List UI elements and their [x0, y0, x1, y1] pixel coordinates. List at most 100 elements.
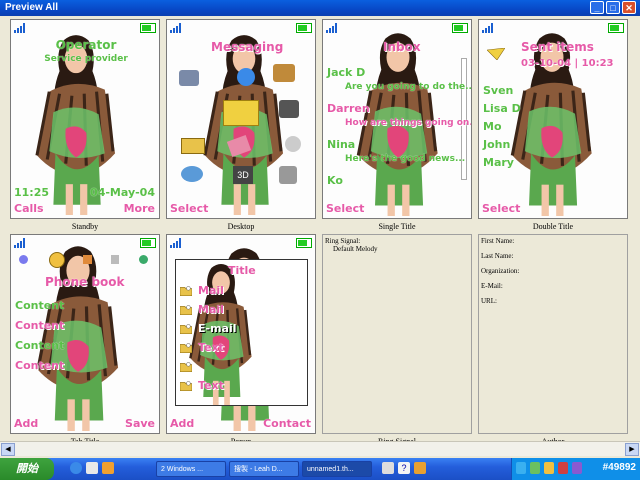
- ring-signal-value: Default Melody: [333, 245, 378, 253]
- cell-author[interactable]: First Name: Last Name: Organization: E-M…: [478, 234, 628, 462]
- contact-name: Mary: [483, 156, 514, 169]
- popup-row[interactable]: Mail: [198, 303, 224, 316]
- content-item: Content: [15, 339, 65, 352]
- popup-row[interactable]: Text: [198, 341, 224, 354]
- camera-icon: [179, 70, 199, 86]
- close-button[interactable]: ✕: [622, 1, 636, 14]
- desktop-heading: Messaging: [211, 40, 284, 54]
- folder-icon: [181, 138, 205, 154]
- cell-single-title[interactable]: Inbox Jack D Are you going to do the... …: [322, 19, 472, 234]
- battery-icon: [452, 23, 468, 33]
- task-button[interactable]: 搜製 - Leah D...: [229, 461, 299, 477]
- globe-icon: [237, 68, 255, 86]
- taskbar: 開始 2 Windows ... 搜製 - Leah D... unnamed1…: [0, 458, 640, 480]
- ring-signal-panel: Ring Signal: Default Melody: [322, 234, 472, 434]
- message-from: Nina: [327, 138, 356, 151]
- close-icon: ✕: [625, 3, 633, 13]
- author-panel: First Name: Last Name: Organization: E-M…: [478, 234, 628, 434]
- start-button[interactable]: 開始: [0, 458, 54, 480]
- message-preview: Here's the good news...: [345, 154, 466, 164]
- folder-icon: [180, 286, 192, 296]
- media-icon[interactable]: [102, 462, 114, 474]
- envelope-icon: [223, 100, 259, 126]
- cell-caption: Standby: [71, 222, 99, 231]
- popup-dialog[interactable]: Title Mail Mail E-mail Text Text: [175, 259, 308, 406]
- minimize-button[interactable]: _: [590, 1, 604, 14]
- desktop-icon[interactable]: [86, 462, 98, 474]
- tray-icon[interactable]: [516, 462, 526, 474]
- left-softkey: Calls: [14, 202, 44, 215]
- cell-tab-title[interactable]: Phone book Content Content Content Conte…: [10, 234, 160, 462]
- tab-icon-4[interactable]: [111, 255, 119, 264]
- tab-icon-2-selected[interactable]: [49, 252, 65, 268]
- tray-icon[interactable]: [572, 462, 582, 474]
- content-item: Content: [15, 299, 65, 312]
- tray-icon[interactable]: [558, 462, 568, 474]
- double-title-screen: Sent items 03-10-04 | 10:23 Sven Lisa D …: [478, 19, 628, 219]
- popup-title: Title: [228, 264, 256, 277]
- maximize-button[interactable]: □: [606, 1, 620, 14]
- contact-name: John: [483, 138, 511, 151]
- author-field: URL:: [481, 297, 497, 305]
- help-icon[interactable]: ?: [398, 462, 410, 474]
- message-from: Jack D: [327, 66, 366, 79]
- signal-icon: [170, 23, 182, 33]
- keyboard-icon[interactable]: [382, 462, 394, 474]
- cell-ring-signal[interactable]: Ring Signal: Default Melody Ring Signal: [322, 234, 472, 462]
- system-tray: #49892: [511, 458, 640, 480]
- popup-row[interactable]: Mail: [198, 284, 224, 297]
- tray-label: #49892: [602, 462, 636, 473]
- maximize-icon: □: [610, 3, 616, 13]
- folder-icon: [180, 362, 192, 372]
- author-field: First Name:: [481, 237, 515, 245]
- popup-row[interactable]: Text: [198, 379, 224, 392]
- popup-row-selected[interactable]: E-mail: [198, 322, 237, 335]
- ie-icon[interactable]: [70, 462, 82, 474]
- start-label: 開始: [16, 463, 38, 475]
- clock-label: 11:25: [14, 186, 50, 199]
- left-softkey: Select: [170, 202, 209, 215]
- tray-icon[interactable]: [544, 462, 554, 474]
- tab-icon-1[interactable]: [19, 255, 28, 264]
- cell-desktop[interactable]: Messaging 3D Select Desktop: [166, 19, 316, 234]
- message-preview: How are things going on...: [345, 118, 472, 128]
- cell-double-title[interactable]: Sent items 03-10-04 | 10:23 Sven Lisa D …: [478, 19, 628, 234]
- author-field: Last Name:: [481, 252, 514, 260]
- tray-icon[interactable]: [530, 462, 540, 474]
- cell-standby[interactable]: Operator Service provider 11:25 04-May-0…: [10, 19, 160, 234]
- date-label: 04-May-04: [90, 186, 155, 199]
- right-softkey: Save: [125, 417, 155, 430]
- window-titlebar: Preview All _ □ ✕: [0, 0, 640, 16]
- ime-icon[interactable]: [414, 462, 426, 474]
- sent-heading: Sent items: [521, 40, 594, 54]
- cell-popup[interactable]: Title Mail Mail E-mail Text Text Add Con…: [166, 234, 316, 462]
- cell-caption: Desktop: [227, 222, 255, 231]
- author-field: Organization:: [481, 267, 520, 275]
- folder-icon: [180, 343, 192, 353]
- scroll-right-button[interactable]: ▶: [625, 443, 639, 456]
- inbox-heading: Inbox: [383, 40, 421, 54]
- tab-icon-3[interactable]: [83, 255, 92, 264]
- author-field: E-Mail:: [481, 282, 503, 290]
- 3d-icon: 3D: [233, 166, 253, 184]
- folder-icon: [180, 305, 192, 315]
- desktop-screen: Messaging 3D Select: [166, 19, 316, 219]
- popup-screen: Title Mail Mail E-mail Text Text Add Con…: [166, 234, 316, 434]
- single-title-screen: Inbox Jack D Are you going to do the... …: [322, 19, 472, 219]
- scroll-left-button[interactable]: ◀: [1, 443, 15, 456]
- signal-icon: [14, 238, 26, 248]
- left-softkey: Add: [170, 417, 195, 430]
- message-from: Ko: [327, 174, 343, 187]
- wallpaper-photo: [497, 28, 607, 216]
- tab-icon-5[interactable]: [139, 255, 148, 264]
- phonebook-heading: Phone book: [45, 275, 125, 289]
- music-icon: [273, 64, 295, 82]
- preview-grid: Operator Service provider 11:25 04-May-0…: [0, 16, 640, 462]
- task-button[interactable]: 2 Windows ...: [156, 461, 226, 477]
- task-button-active[interactable]: unnamed1.th...: [302, 461, 372, 477]
- horizontal-scrollbar[interactable]: ◀ ▶: [0, 441, 640, 456]
- battery-icon: [140, 238, 156, 248]
- left-softkey: Select: [326, 202, 365, 215]
- standby-screen: Operator Service provider 11:25 04-May-0…: [10, 19, 160, 219]
- tools-icon: [279, 166, 297, 184]
